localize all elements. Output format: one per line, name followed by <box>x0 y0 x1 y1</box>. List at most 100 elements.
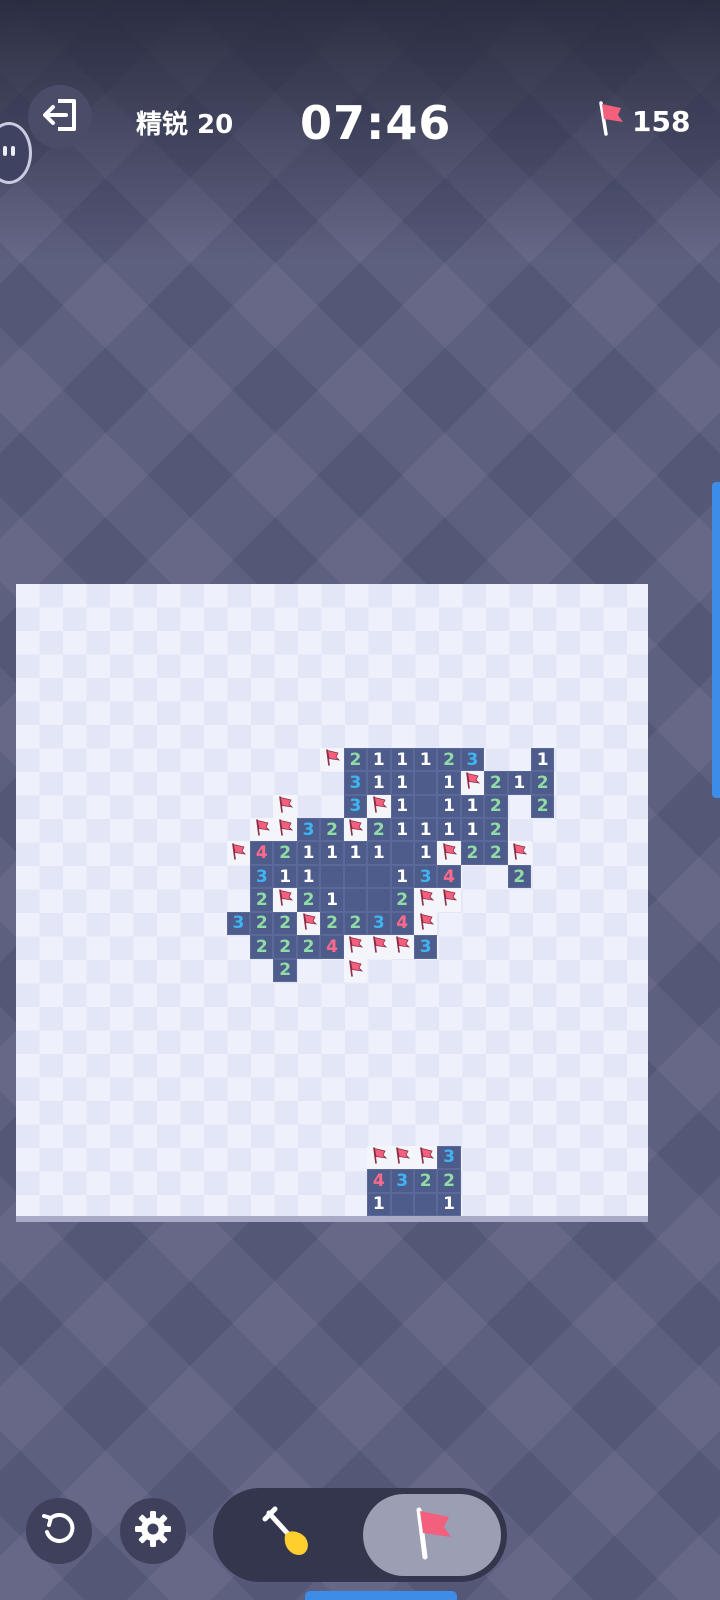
number-cell[interactable]: 1 <box>437 818 461 842</box>
flagged-cell[interactable] <box>343 958 368 982</box>
flagged-cell[interactable] <box>250 818 274 842</box>
flagged-cell[interactable] <box>437 841 461 865</box>
number-cell[interactable]: 2 <box>250 911 274 936</box>
flagged-cell[interactable] <box>413 1145 438 1170</box>
flagged-cell[interactable] <box>390 935 414 959</box>
number-cell[interactable]: 1 <box>273 864 297 889</box>
flagged-cell[interactable] <box>273 794 297 819</box>
empty-revealed-cell[interactable] <box>343 888 368 912</box>
empty-revealed-cell[interactable] <box>413 1192 438 1216</box>
number-cell[interactable]: 3 <box>250 864 274 889</box>
number-cell[interactable]: 2 <box>273 958 297 982</box>
number-cell[interactable]: 2 <box>296 888 321 912</box>
number-cell[interactable]: 2 <box>530 771 555 795</box>
number-cell[interactable]: 1 <box>413 747 438 772</box>
number-cell[interactable]: 1 <box>296 841 321 865</box>
number-cell[interactable]: 2 <box>437 747 461 772</box>
number-cell[interactable]: 1 <box>390 747 414 772</box>
number-cell[interactable]: 1 <box>367 747 391 772</box>
flagged-cell[interactable] <box>320 747 344 772</box>
number-cell[interactable]: 2 <box>250 935 274 959</box>
number-cell[interactable]: 3 <box>413 864 438 889</box>
flagged-cell[interactable] <box>367 935 391 959</box>
number-cell[interactable]: 2 <box>484 771 508 795</box>
empty-revealed-cell[interactable] <box>390 1192 414 1216</box>
number-cell[interactable]: 2 <box>343 747 368 772</box>
number-cell[interactable]: 2 <box>390 888 414 912</box>
number-cell[interactable]: 1 <box>367 841 391 865</box>
flagged-cell[interactable] <box>507 841 531 865</box>
number-cell[interactable]: 2 <box>250 888 274 912</box>
number-cell[interactable]: 1 <box>413 841 438 865</box>
chat-bubble-button[interactable] <box>0 122 32 184</box>
empty-revealed-cell[interactable] <box>413 771 438 795</box>
flagged-cell[interactable] <box>413 911 438 936</box>
mode-toggle[interactable] <box>213 1488 507 1582</box>
number-cell[interactable]: 3 <box>343 794 368 819</box>
number-cell[interactable]: 1 <box>390 818 414 842</box>
flagged-cell[interactable] <box>343 818 368 842</box>
number-cell[interactable]: 2 <box>530 794 555 819</box>
flagged-cell[interactable] <box>367 794 391 819</box>
number-cell[interactable]: 2 <box>273 841 297 865</box>
empty-revealed-cell[interactable] <box>320 864 344 889</box>
number-cell[interactable]: 4 <box>250 841 274 865</box>
restart-button[interactable] <box>26 1498 92 1564</box>
number-cell[interactable]: 2 <box>460 841 485 865</box>
flagged-cell[interactable] <box>460 771 485 795</box>
number-cell[interactable]: 2 <box>320 818 344 842</box>
empty-revealed-cell[interactable] <box>367 864 391 889</box>
number-cell[interactable]: 3 <box>226 911 251 936</box>
number-cell[interactable]: 2 <box>320 911 344 936</box>
number-cell[interactable]: 2 <box>413 1169 438 1193</box>
number-cell[interactable]: 1 <box>390 771 414 795</box>
number-cell[interactable]: 2 <box>343 911 368 936</box>
number-cell[interactable]: 4 <box>390 911 414 936</box>
settings-button[interactable] <box>120 1498 186 1564</box>
number-cell[interactable]: 1 <box>296 864 321 889</box>
number-cell[interactable]: 3 <box>343 771 368 795</box>
number-cell[interactable]: 1 <box>437 794 461 819</box>
number-cell[interactable]: 1 <box>390 864 414 889</box>
number-cell[interactable]: 1 <box>460 818 485 842</box>
flagged-cell[interactable] <box>226 841 251 865</box>
number-cell[interactable]: 3 <box>367 911 391 936</box>
empty-revealed-cell[interactable] <box>343 864 368 889</box>
flagged-cell[interactable] <box>296 911 321 936</box>
number-cell[interactable]: 2 <box>437 1169 461 1193</box>
number-cell[interactable]: 4 <box>320 935 344 959</box>
number-cell[interactable]: 3 <box>296 818 321 842</box>
empty-revealed-cell[interactable] <box>367 888 391 912</box>
number-cell[interactable]: 1 <box>320 888 344 912</box>
number-cell[interactable]: 4 <box>367 1169 391 1193</box>
number-cell[interactable]: 1 <box>413 818 438 842</box>
number-cell[interactable]: 3 <box>413 935 438 959</box>
number-cell[interactable]: 1 <box>320 841 344 865</box>
flagged-cell[interactable] <box>390 1145 414 1170</box>
number-cell[interactable]: 2 <box>367 818 391 842</box>
number-cell[interactable]: 1 <box>530 747 555 772</box>
flagged-cell[interactable] <box>437 888 461 912</box>
number-cell[interactable]: 1 <box>460 794 485 819</box>
minesweeper-board[interactable]: 2111231311121231112232211112421111122311… <box>16 584 648 1216</box>
flagged-cell[interactable] <box>413 888 438 912</box>
number-cell[interactable]: 1 <box>437 771 461 795</box>
number-cell[interactable]: 2 <box>296 935 321 959</box>
number-cell[interactable]: 1 <box>367 1192 391 1216</box>
flagged-cell[interactable] <box>273 818 297 842</box>
empty-revealed-cell[interactable] <box>413 794 438 819</box>
number-cell[interactable]: 2 <box>507 864 531 889</box>
flagged-cell[interactable] <box>273 888 297 912</box>
flagged-cell[interactable] <box>343 935 368 959</box>
number-cell[interactable]: 2 <box>273 935 297 959</box>
number-cell[interactable]: 2 <box>484 818 508 842</box>
number-cell[interactable]: 2 <box>273 911 297 936</box>
empty-revealed-cell[interactable] <box>390 841 414 865</box>
number-cell[interactable]: 1 <box>367 771 391 795</box>
exit-button[interactable] <box>28 85 92 149</box>
number-cell[interactable]: 1 <box>507 771 531 795</box>
number-cell[interactable]: 1 <box>343 841 368 865</box>
number-cell[interactable]: 3 <box>437 1145 461 1170</box>
number-cell[interactable]: 3 <box>460 747 485 772</box>
number-cell[interactable]: 2 <box>484 841 508 865</box>
